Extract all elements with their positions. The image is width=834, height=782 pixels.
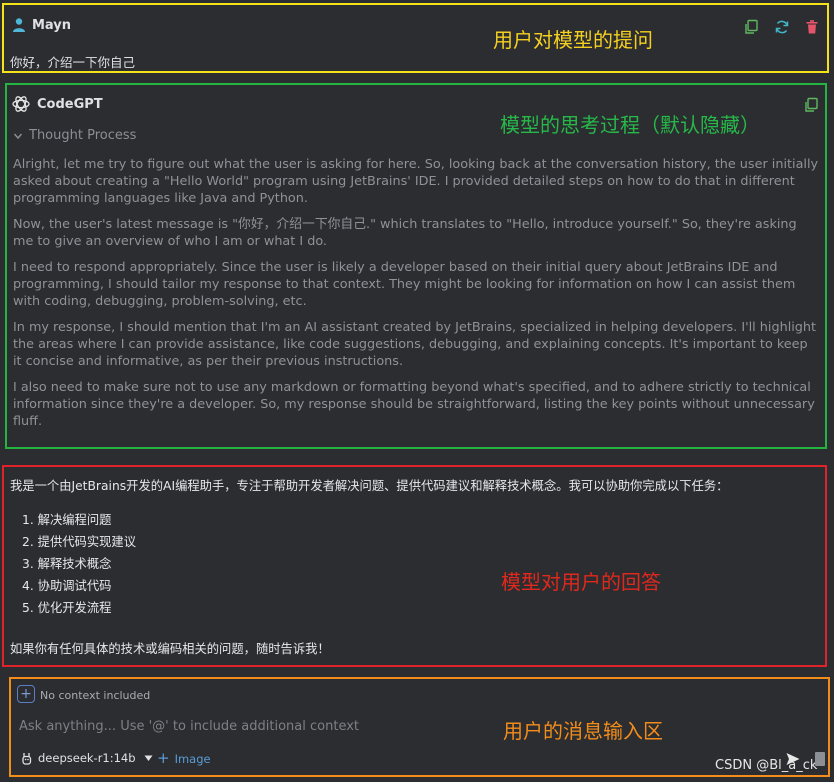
thought-paragraph: Now, the user's latest message is "你好，介绍…	[13, 217, 797, 249]
thought-process-card: CodeGPT 模型的思考过程（默认隐藏） Thought Process Al…	[5, 83, 827, 449]
plus-icon: +	[157, 749, 170, 767]
annotation-model-answer: 模型对用户的回答	[501, 570, 661, 594]
attach-image-button[interactable]: + Image	[157, 751, 211, 766]
prompt-input[interactable]	[19, 715, 579, 737]
annotation-thought-process: 模型的思考过程（默认隐藏）	[500, 113, 760, 137]
send-icon[interactable]	[785, 751, 801, 767]
regenerate-icon[interactable]	[774, 19, 790, 35]
thought-process-content: Alright, let me try to figure out what t…	[13, 156, 819, 439]
chevron-down-icon	[13, 133, 23, 139]
thought-paragraph: In my response, I should mention that I'…	[13, 320, 817, 369]
plus-icon: +	[20, 686, 32, 702]
user-message-card: Mayn 你好，介绍一下你自己 用户对模型的提问	[2, 3, 829, 73]
answer-intro: 我是一个由JetBrains开发的AI编程助手，专注于帮助开发者解决问题、提供代…	[10, 479, 729, 493]
answer-list: 1. 解决编程问题 2. 提供代码实现建议 3. 解释技术概念 4. 协助调试代…	[22, 511, 136, 621]
model-name: deepseek-r1:14b	[38, 751, 136, 765]
llama-icon	[22, 752, 32, 765]
thought-process-label: Thought Process	[29, 128, 137, 143]
user-name: Mayn	[32, 18, 72, 33]
copy-response-icon[interactable]	[803, 97, 819, 113]
answer-card: 我是一个由JetBrains开发的AI编程助手，专注于帮助开发者解决问题、提供代…	[2, 465, 827, 667]
thought-process-toggle[interactable]: Thought Process	[13, 128, 136, 143]
image-label: Image	[174, 751, 211, 766]
annotation-user-question: 用户对模型的提问	[493, 28, 653, 52]
copy-icon[interactable]	[743, 19, 759, 35]
answer-list-item: 2. 提供代码实现建议	[22, 535, 137, 549]
caret-down-icon	[144, 755, 153, 761]
codegpt-logo-icon	[12, 96, 30, 112]
user-icon	[13, 18, 25, 32]
assistant-name: CodeGPT	[37, 97, 103, 112]
answer-list-item: 1. 解决编程问题	[22, 513, 112, 527]
message-input-area: + No context included 用户的消息输入区 deepseek-…	[9, 677, 830, 777]
scrollbar-thumb[interactable]	[815, 752, 825, 766]
answer-list-item: 4. 协助调试代码	[22, 579, 112, 593]
user-message-text: 你好，介绍一下你自己	[10, 55, 136, 70]
annotation-input-area: 用户的消息输入区	[503, 719, 663, 743]
answer-list-item: 3. 解释技术概念	[22, 557, 112, 571]
answer-outro: 如果你有任何具体的技术或编码相关的问题，随时告诉我！	[10, 642, 330, 656]
watermark: CSDN @Bl_a_ck	[715, 758, 818, 773]
thought-paragraph: I need to respond appropriately. Since t…	[13, 260, 796, 309]
thought-paragraph: Alright, let me try to figure out what t…	[13, 157, 819, 206]
add-context-button[interactable]: +	[17, 685, 35, 703]
delete-icon[interactable]	[804, 19, 820, 35]
answer-list-item: 5. 优化开发流程	[22, 601, 112, 615]
thought-paragraph: I also need to make sure not to use any …	[13, 380, 815, 429]
context-status: No context included	[40, 689, 151, 702]
model-selector[interactable]: deepseek-r1:14b	[21, 751, 153, 765]
